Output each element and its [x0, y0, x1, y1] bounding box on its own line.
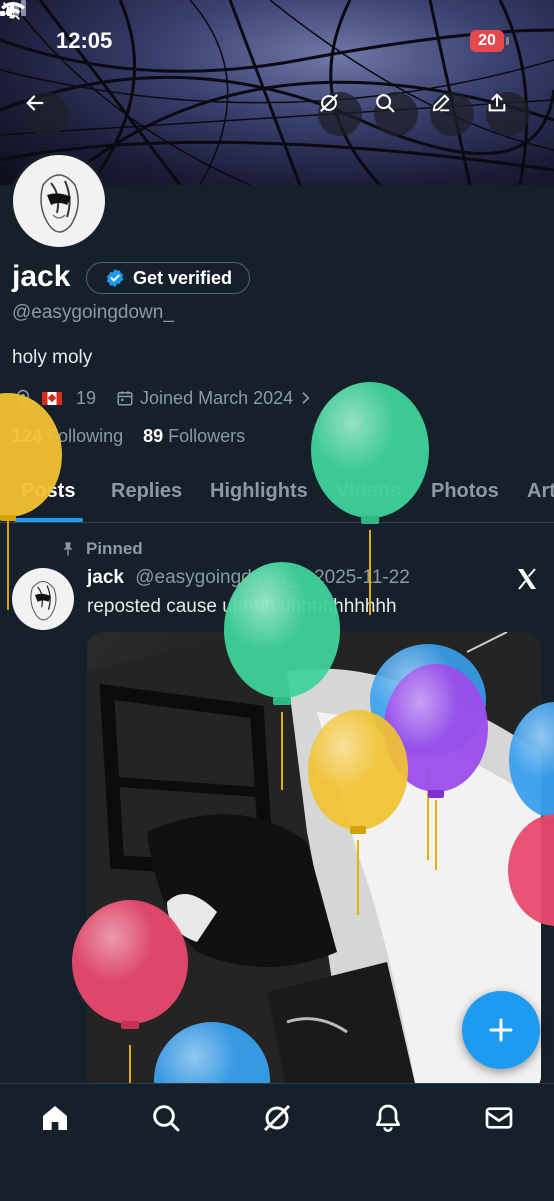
active-tab-indicator: [14, 518, 83, 522]
post-separator: ·: [302, 567, 309, 588]
profile-tabs: Posts Replies Highlights Videos Photos A…: [0, 470, 554, 523]
followers-link[interactable]: 89 Followers: [143, 426, 245, 447]
share-icon: [488, 93, 506, 112]
tab-videos[interactable]: Videos: [336, 480, 401, 503]
followers-count: 89: [143, 426, 164, 446]
avatar-sketch-image: [30, 580, 57, 621]
post-author-avatar[interactable]: [12, 568, 74, 630]
battery-tip: [506, 37, 509, 45]
calendar-icon: [117, 391, 133, 406]
follow-stats: 124 Following 89 Followers: [12, 426, 245, 447]
search-icon: [376, 94, 395, 113]
avatar-sketch-image: [40, 174, 79, 233]
pinned-label: Pinned: [86, 539, 143, 558]
bottom-navigation: [0, 1083, 554, 1201]
status-time: 12:05: [56, 28, 113, 53]
back-button[interactable]: [24, 92, 68, 136]
home-icon[interactable]: [39, 1102, 71, 1134]
edit-icon: [432, 94, 450, 112]
grok-icon[interactable]: [261, 1102, 293, 1134]
canada-flag-icon: [42, 391, 62, 405]
tab-posts[interactable]: Posts: [21, 480, 75, 503]
profile-location: 19: [76, 387, 97, 408]
search-icon[interactable]: [150, 1102, 182, 1134]
tab-photos[interactable]: Photos: [431, 480, 499, 503]
post-header: jack @easygoingdown_ · 2025-11-22: [87, 567, 410, 589]
following-label: Following: [47, 426, 124, 446]
notifications-icon[interactable]: [372, 1102, 404, 1134]
post-text: reposted cause uhhhh uhhhhhhhhhh: [87, 596, 397, 617]
pin-icon: [63, 542, 73, 556]
chevron-right-icon[interactable]: [299, 389, 313, 407]
profile-avatar[interactable]: [10, 152, 108, 250]
post-author-name[interactable]: jack: [87, 567, 124, 588]
messages-icon[interactable]: [483, 1102, 515, 1134]
post-author-handle[interactable]: @easygoingdown_: [135, 567, 297, 588]
edit-button[interactable]: [430, 92, 474, 136]
location-icon: [16, 389, 30, 407]
following-link[interactable]: 124 Following: [12, 426, 123, 447]
verified-badge-icon: [106, 268, 124, 288]
get-verified-label: Get verified: [133, 267, 233, 288]
plus-icon: [489, 1018, 513, 1042]
profile-handle: @easygoingdown_: [12, 302, 174, 323]
tab-replies[interactable]: Replies: [111, 480, 182, 503]
tab-art[interactable]: Art: [527, 480, 554, 503]
tab-highlights[interactable]: Highlights: [210, 480, 308, 503]
get-verified-button[interactable]: Get verified: [86, 262, 250, 294]
profile-bio: holy moly: [12, 347, 93, 368]
search-button[interactable]: [374, 92, 418, 136]
grok-icon: [320, 94, 338, 112]
wifi-icon: [1, 2, 25, 19]
followers-label: Followers: [168, 426, 246, 446]
status-bar: 12:05 20: [0, 0, 554, 84]
profile-display-name: jack: [12, 260, 71, 293]
arrow-left-icon: [26, 95, 44, 111]
grok-button[interactable]: [318, 92, 362, 136]
post-date[interactable]: 2025-11-22: [314, 567, 410, 588]
profile-banner[interactable]: 12:05 20: [0, 0, 554, 185]
following-count: 124: [12, 426, 43, 446]
x-logo-icon: [518, 568, 536, 590]
battery-indicator: 20: [470, 30, 504, 52]
compose-post-button[interactable]: [462, 991, 540, 1069]
profile-joined-date: Joined March 2024: [140, 387, 294, 408]
pinned-indicator: Pinned: [60, 539, 143, 559]
share-button[interactable]: [486, 92, 530, 136]
profile-meta-row: 19 Joined March 2024: [14, 386, 313, 410]
